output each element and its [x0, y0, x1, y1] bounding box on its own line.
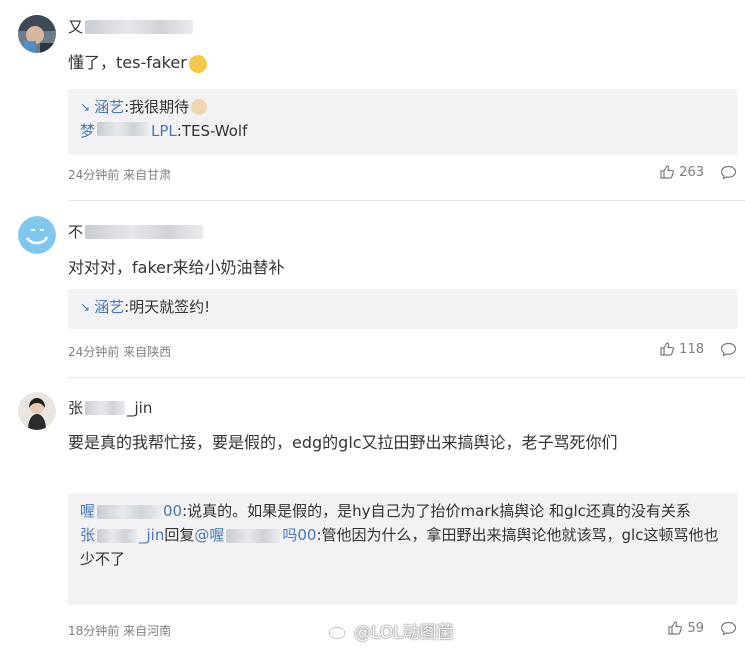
cat-emoji-icon	[191, 99, 208, 115]
divider	[68, 377, 745, 378]
reply-item: 喔 00:说真的。如果是假的，是hy自己为了抬价mark搞舆论 和glc还真的没有…	[80, 499, 723, 523]
comment-meta: 18分钟前 来自河南	[68, 624, 172, 638]
comment-actions: 118	[659, 341, 737, 357]
comment-text: 懂了，tes-faker	[68, 49, 207, 76]
thumbs-up-icon	[660, 342, 675, 356]
like-button[interactable]: 59	[667, 620, 704, 636]
like-button[interactable]: 118	[659, 341, 704, 357]
like-count: 59	[687, 620, 704, 636]
comment-meta: 24分钟前 来自甘肃	[68, 168, 172, 182]
watermark-text: @LOL动图菌	[354, 623, 454, 643]
reply-item: ↘ 涵艺:我很期待	[80, 95, 723, 119]
reply-text: :明天就签约!	[124, 298, 211, 316]
weibo-logo-icon	[328, 623, 349, 639]
like-count: 263	[679, 164, 704, 180]
comment-bubble-icon[interactable]	[720, 342, 737, 357]
avatar[interactable]	[18, 15, 56, 53]
reply-user[interactable]: 喔 00	[80, 502, 182, 520]
comment-text: 对对对，faker来给小奶油替补	[68, 258, 285, 277]
like-count: 118	[679, 341, 704, 357]
like-button[interactable]: 263	[659, 164, 704, 180]
thumbs-up-icon	[660, 165, 675, 179]
comment-text: 要是真的我帮忙接，要是假的，edg的glc又拉田野出来搞舆论，老子骂死你们	[68, 433, 618, 452]
reply-box: ↘ 涵艺:我很期待 梦 LPL:TES-Wolf	[68, 89, 737, 155]
reply-item: ↘ 涵艺:明天就签约!	[80, 295, 723, 319]
thumbs-up-icon	[668, 621, 683, 635]
reply-word: 回复	[164, 526, 195, 544]
reply-text: :我很期待	[124, 98, 190, 116]
avatar[interactable]	[18, 392, 56, 430]
avatar[interactable]	[18, 216, 56, 254]
reply-user[interactable]: 涵艺	[94, 95, 124, 119]
reply-prefix-icon: ↘	[80, 300, 91, 314]
divider	[68, 200, 745, 201]
reply-user[interactable]: 梦 LPL	[80, 119, 177, 143]
comment-bubble-icon[interactable]	[720, 165, 737, 180]
reply-item: 梦 LPL:TES-Wolf	[80, 119, 723, 143]
comment-bubble-icon[interactable]	[720, 621, 737, 636]
reply-user[interactable]: 张 _jin	[80, 526, 164, 544]
reply-box: 喔 00:说真的。如果是假的，是hy自己为了抬价mark搞舆论 和glc还真的没有…	[68, 493, 737, 605]
reply-item: 张 _jin回复@喔 吗00:管他因为什么，拿田野出来搞舆论他就该骂，glc这顿骂他…	[80, 523, 723, 571]
doge-emoji-icon	[188, 54, 207, 73]
comment-actions: 263	[659, 164, 737, 180]
watermark: @LOL动图菌	[328, 618, 454, 643]
comment-meta: 24分钟前 来自陕西	[68, 345, 172, 359]
user-name[interactable]: 又	[68, 16, 194, 37]
mention-link[interactable]: @喔 吗00	[194, 526, 316, 544]
reply-prefix-icon: ↘	[80, 100, 91, 114]
user-name[interactable]: 张 _jin	[68, 397, 152, 418]
reply-text: :TES-Wolf	[176, 122, 248, 140]
reply-box: ↘ 涵艺:明天就签约!	[68, 289, 737, 329]
reply-text: :说真的。如果是假的，是hy自己为了抬价mark搞舆论 和glc还真的没有关系	[182, 502, 691, 520]
reply-user[interactable]: 涵艺	[94, 295, 124, 319]
comment-actions: 59	[667, 620, 737, 636]
user-name[interactable]: 不	[68, 221, 204, 242]
